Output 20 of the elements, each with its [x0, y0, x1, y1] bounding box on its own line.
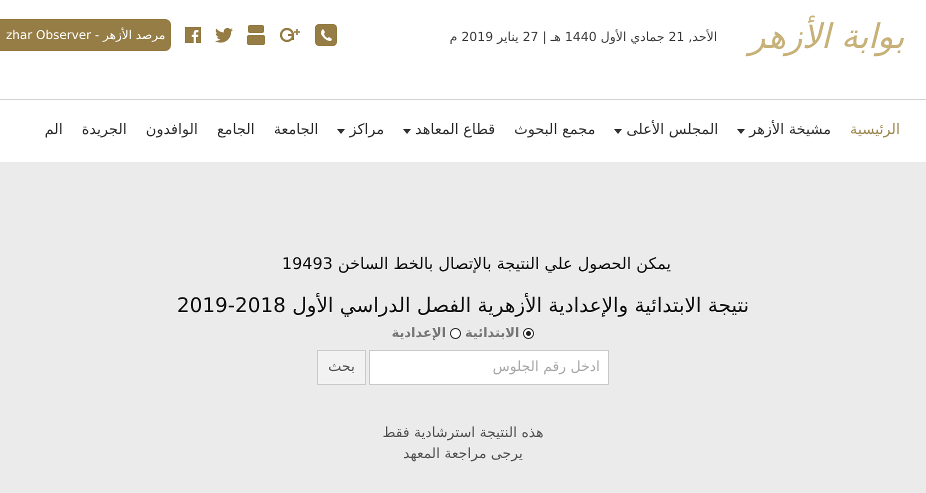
note-text: هذه النتيجة استرشادية فقط: [382, 424, 544, 442]
nav-link[interactable]: مشيخة الأزهر: [737, 120, 832, 142]
radio-label: الإعدادية: [392, 325, 446, 343]
nav-link[interactable]: الجامع: [216, 120, 255, 142]
nav-link[interactable]: الجريدة: [82, 120, 127, 142]
nav-link[interactable]: المجلس الأعلى: [614, 120, 718, 142]
nav-link[interactable]: الوافدون: [146, 120, 198, 142]
note-text: يرجى مراجعة المعهد: [403, 444, 523, 464]
nav-link[interactable]: قطاع المعاهد: [403, 120, 496, 142]
nav-link[interactable]: مراكز: [337, 120, 384, 142]
nav-link[interactable]: الجامعة: [274, 120, 318, 142]
observer-button[interactable]: مرصد الأزهر - zhar Observer: [0, 19, 172, 51]
seat-number-field[interactable]: ادخل رقم الجلوس: [368, 350, 609, 384]
result-title: نتيجة الابتدائية والإعدادية الأزهرية الفصل الدراسي الأول 2018-2019: [176, 292, 750, 319]
nav-link[interactable]: مجمع البحوث: [514, 120, 596, 142]
nav-link[interactable]: الم: [44, 120, 63, 142]
radio-label: الابتدائية: [465, 325, 520, 343]
search-button[interactable]: بحث: [317, 350, 366, 384]
hotline-text: يمكن الحصول علي النتيجة بالإتصال بالخط الساخن 19493: [282, 253, 671, 275]
date-text: الأحد, 21 جمادي الأول 1440 هـ | 27 يناير 2019 م: [450, 28, 718, 46]
